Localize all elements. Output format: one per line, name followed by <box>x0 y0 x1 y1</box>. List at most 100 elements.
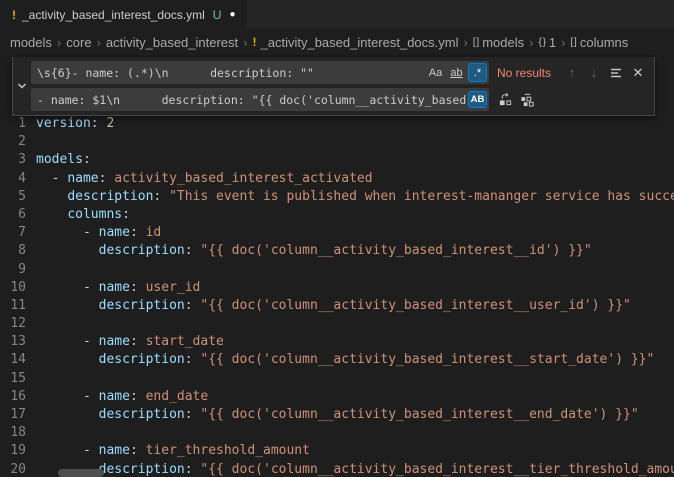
dirty-indicator[interactable]: ● <box>229 9 235 20</box>
toggle-replace-button[interactable] <box>13 57 31 115</box>
symbol-array-icon: [ ] <box>473 37 478 48</box>
editor[interactable]: 1 version: 223 models:4 - name: activity_b… <box>0 55 674 477</box>
tab-title: _activity_based_interest_docs.yml <box>22 8 205 22</box>
line-content: columns: <box>36 206 130 224</box>
regex-button[interactable]: .* <box>468 63 487 82</box>
breadcrumb-label: 1 <box>549 35 556 50</box>
close-button[interactable]: ✕ <box>628 63 648 83</box>
preserve-case-button[interactable]: AB <box>468 91 487 108</box>
line-content: description: "{{ doc('column__activity_b… <box>36 406 639 424</box>
line-content: models: <box>36 151 91 169</box>
breadcrumb-item-models[interactable]: models <box>10 35 52 50</box>
tab-activity-based-interest-docs[interactable]: ! _activity_based_interest_docs.yml U ● <box>0 0 248 29</box>
code-line-9[interactable]: 9 <box>0 261 674 279</box>
line-content: description: "This event is published wh… <box>36 188 674 206</box>
line-number: 14 <box>0 351 26 369</box>
code-line-4[interactable]: 4 - name: activity_based_interest_activa… <box>0 170 674 188</box>
line-number: 11 <box>0 297 26 315</box>
code-line-19[interactable]: 19 - name: tier_threshold_amount <box>0 442 674 460</box>
code-line-3[interactable]: 3 models: <box>0 151 674 169</box>
find-in-selection-button[interactable] <box>606 63 626 83</box>
vscode-editor-window: ! _activity_based_interest_docs.yml U ● … <box>0 0 674 477</box>
line-content: - name: id <box>36 224 161 242</box>
replace-value: - name: $1\n description: "{{ doc('colum… <box>37 93 466 107</box>
breadcrumb-separator: › <box>529 35 533 50</box>
breadcrumb-label: models <box>10 35 52 50</box>
find-query: \s{6}- name: (.*)\n description: "" <box>37 66 424 80</box>
line-number: 18 <box>0 424 26 442</box>
line-number: 12 <box>0 315 26 333</box>
find-widget: \s{6}- name: (.*)\n description: "" Aa a… <box>12 57 655 116</box>
code-lines: 1 version: 223 models:4 - name: activity_b… <box>0 55 674 477</box>
breadcrumb-label: models <box>482 35 524 50</box>
horizontal-scrollbar-thumb[interactable] <box>58 469 104 477</box>
line-number: 13 <box>0 333 26 351</box>
breadcrumb-separator: › <box>561 35 565 50</box>
replace-all-icon <box>520 92 535 107</box>
line-number: 3 <box>0 151 26 169</box>
breadcrumb-separator: › <box>243 35 247 50</box>
breadcrumb: models › core › activity_based_interest › !_ac… <box>0 29 674 55</box>
previous-match-button[interactable]: ↑ <box>562 63 582 83</box>
replace-button[interactable] <box>495 90 515 110</box>
line-content: description: "{{ doc('column__activity_b… <box>36 351 654 369</box>
code-line-10[interactable]: 10 - name: user_id <box>0 279 674 297</box>
line-number: 5 <box>0 188 26 206</box>
line-content: version: 2 <box>36 115 114 133</box>
line-number: 1 <box>0 115 26 133</box>
tab-bar: ! _activity_based_interest_docs.yml U ● <box>0 0 674 29</box>
code-line-5[interactable]: 5 description: "This event is published … <box>0 188 674 206</box>
code-line-2[interactable]: 2 <box>0 133 674 151</box>
code-line-16[interactable]: 16 - name: end_date <box>0 388 674 406</box>
line-number: 4 <box>0 170 26 188</box>
code-line-13[interactable]: 13 - name: start_date <box>0 333 674 351</box>
breadcrumb-separator: › <box>57 35 61 50</box>
code-line-14[interactable]: 14 description: "{{ doc('column__activit… <box>0 351 674 369</box>
line-content: - name: user_id <box>36 279 200 297</box>
line-number: 15 <box>0 370 26 388</box>
line-content: description: "{{ doc('column__activity_b… <box>36 297 631 315</box>
line-number: 17 <box>0 406 26 424</box>
replace-all-button[interactable] <box>517 90 537 110</box>
whole-word-button[interactable]: ab <box>447 63 466 82</box>
symbol-object-icon: { } <box>538 37 544 48</box>
line-number: 9 <box>0 261 26 279</box>
code-line-11[interactable]: 11 description: "{{ doc('column__activit… <box>0 297 674 315</box>
selection-lines-icon <box>609 66 623 80</box>
line-content: description: "{{ doc('column__activity_b… <box>36 242 592 260</box>
code-line-12[interactable]: 12 <box>0 315 674 333</box>
code-line-8[interactable]: 8 description: "{{ doc('column__activity… <box>0 242 674 260</box>
replace-input[interactable]: - name: $1\n description: "{{ doc('colum… <box>31 88 489 111</box>
find-actions: ↑ ↓ ✕ <box>560 63 650 83</box>
breadcrumb-label: _activity_based_interest_docs.yml <box>261 35 459 50</box>
line-content: - name: tier_threshold_amount <box>36 442 310 460</box>
replace-icon <box>498 92 513 107</box>
breadcrumb-item-models[interactable]: [ ] models <box>473 35 524 50</box>
code-line-7[interactable]: 7 - name: id <box>0 224 674 242</box>
code-line-18[interactable]: 18 <box>0 424 674 442</box>
line-content: description: "{{ doc('column__activity_b… <box>36 461 674 477</box>
symbol-array-icon: [ ] <box>571 37 576 48</box>
next-match-button[interactable]: ↓ <box>584 63 604 83</box>
line-content: - name: start_date <box>36 333 224 351</box>
replace-actions <box>493 90 537 110</box>
breadcrumb-label: activity_based_interest <box>106 35 238 50</box>
breadcrumb-label: columns <box>580 35 628 50</box>
breadcrumb-item-columns[interactable]: [ ] columns <box>571 35 629 50</box>
code-line-15[interactable]: 15 <box>0 370 674 388</box>
find-input[interactable]: \s{6}- name: (.*)\n description: "" Aa a… <box>31 61 489 84</box>
code-line-17[interactable]: 17 description: "{{ doc('column__activit… <box>0 406 674 424</box>
breadcrumb-separator: › <box>97 35 101 50</box>
git-status-badge: U <box>213 8 222 22</box>
match-case-button[interactable]: Aa <box>426 63 445 82</box>
yaml-warning-icon: ! <box>12 8 16 22</box>
code-line-1[interactable]: 1 version: 2 <box>0 115 674 133</box>
breadcrumb-item-core[interactable]: core <box>66 35 91 50</box>
line-number: 19 <box>0 442 26 460</box>
line-number: 16 <box>0 388 26 406</box>
breadcrumb-item-1[interactable]: { } 1 <box>538 35 556 50</box>
breadcrumb-item-activity_based_interest[interactable]: activity_based_interest <box>106 35 238 50</box>
breadcrumb-item-_activity_based_interest_docs.yml[interactable]: !_activity_based_interest_docs.yml <box>253 35 459 50</box>
line-number: 8 <box>0 242 26 260</box>
code-line-6[interactable]: 6 columns: <box>0 206 674 224</box>
